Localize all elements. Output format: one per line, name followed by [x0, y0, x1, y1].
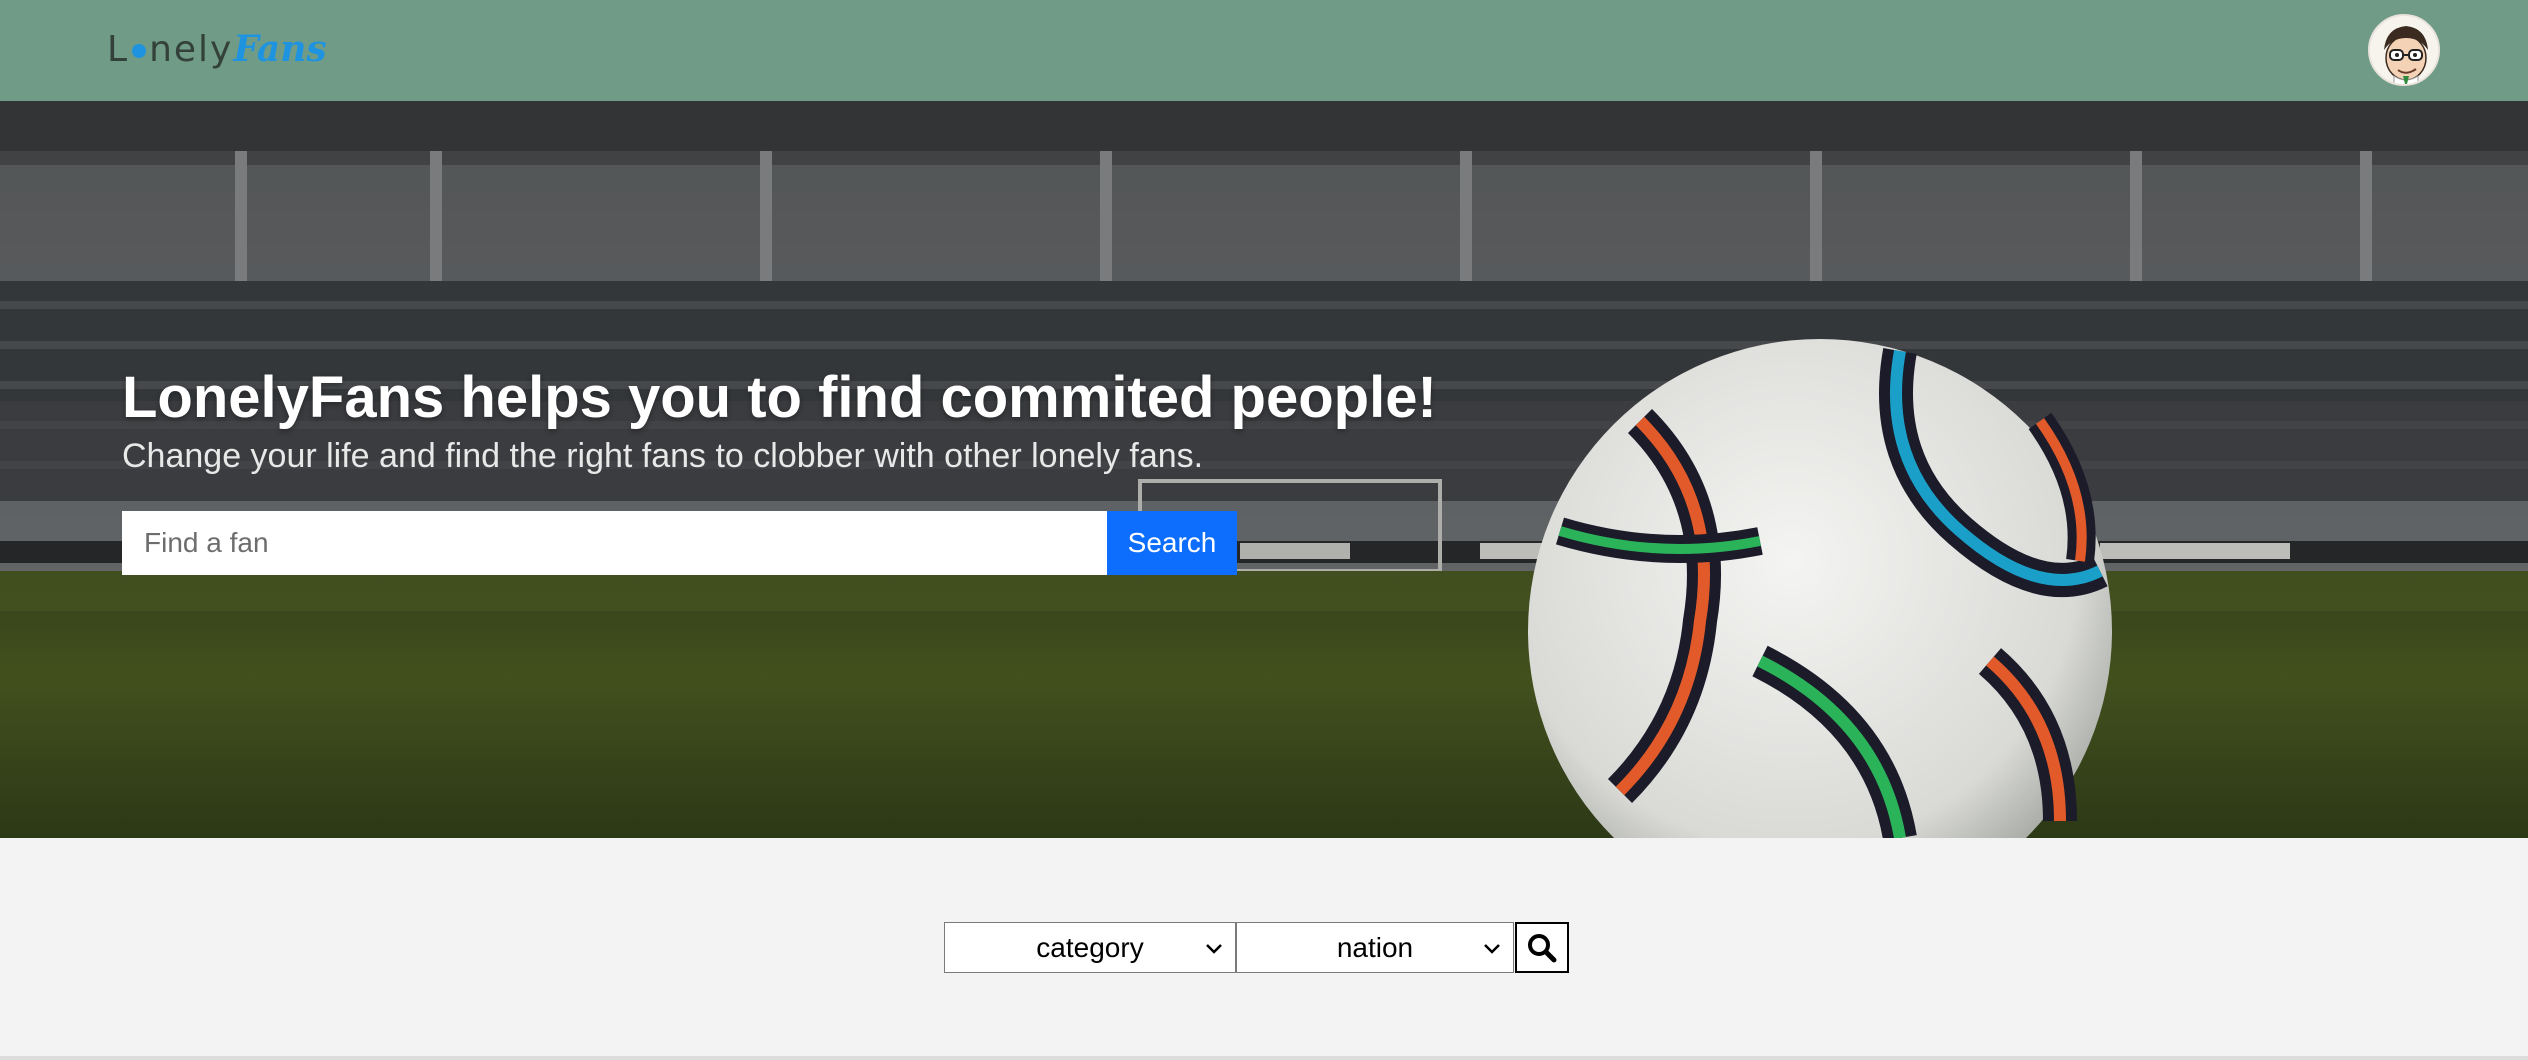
logo-text-lonely: Lnely [107, 29, 234, 70]
logo-text-fans: Fans [233, 28, 327, 70]
filter-bar: category nation [944, 922, 1569, 973]
page-divider [0, 1056, 2528, 1060]
hero-title: LonelyFans helps you to find commited pe… [122, 365, 1437, 430]
nation-select-value: nation [1336, 931, 1414, 963]
top-navbar: LnelyFans [0, 0, 2528, 101]
logo-dot-icon [132, 44, 147, 58]
chevron-down-icon [1206, 944, 1222, 954]
nation-select[interactable]: nation [1236, 922, 1514, 973]
hero-banner: LonelyFans helps you to find commited pe… [0, 101, 2528, 838]
hero-search-form: Search [122, 511, 1237, 575]
search-icon [1528, 933, 1557, 962]
lonelyfans-logo[interactable]: LnelyFans [107, 24, 327, 74]
search-button[interactable]: Search [1107, 511, 1237, 575]
category-select-value: category [1036, 931, 1144, 963]
hero-subtitle: Change your life and find the right fans… [122, 437, 1204, 475]
chevron-down-icon [1484, 944, 1500, 954]
user-avatar-icon[interactable] [2368, 14, 2440, 86]
category-select[interactable]: category [944, 922, 1236, 973]
filter-search-button[interactable] [1515, 922, 1569, 973]
hero-content: LonelyFans helps you to find commited pe… [122, 363, 1437, 575]
find-fan-input[interactable] [122, 511, 1107, 575]
